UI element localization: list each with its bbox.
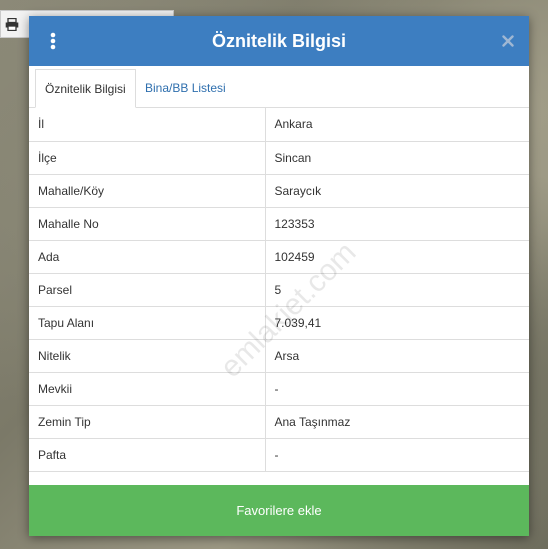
row-key: İlçe (29, 141, 266, 175)
row-key: Mevkii (29, 372, 266, 406)
row-key: İl (29, 108, 266, 142)
table-row: Mevkii - (29, 372, 529, 406)
vertical-ellipsis-icon (50, 32, 56, 50)
tab-building-list[interactable]: Bina/BB Listesi (136, 69, 235, 108)
table-row: Parsel 5 (29, 273, 529, 307)
row-key: Nitelik (29, 339, 266, 373)
row-key: Ada (29, 240, 266, 274)
attribute-table: İl Ankara İlçe Sincan Mahalle/Köy Saraycık … (29, 108, 529, 472)
row-value: Ankara (265, 108, 529, 142)
menu-button[interactable] (47, 30, 59, 52)
tab-attribute-info[interactable]: Öznitelik Bilgisi (35, 69, 136, 108)
row-value: 102459 (265, 240, 529, 274)
row-value: Arsa (265, 339, 529, 373)
table-row: Mahalle/Köy Saraycık (29, 174, 529, 208)
row-key: Zemin Tip (29, 405, 266, 439)
row-value: Ana Taşınmaz (265, 405, 529, 439)
table-row: Ada 102459 (29, 240, 529, 274)
table-row: Pafta - (29, 438, 529, 472)
close-icon (502, 35, 514, 47)
table-row: İlçe Sincan (29, 141, 529, 175)
row-key: Mahalle/Köy (29, 174, 266, 208)
table-row: İl Ankara (29, 108, 529, 142)
dialog-header: Öznitelik Bilgisi (29, 16, 529, 66)
table-row: Nitelik Arsa (29, 339, 529, 373)
table-row: Tapu Alanı 7.039,41 (29, 306, 529, 340)
row-key: Mahalle No (29, 207, 266, 241)
row-value: 7.039,41 (265, 306, 529, 340)
row-key: Parsel (29, 273, 266, 307)
row-value: - (265, 438, 529, 472)
table-row: Mahalle No 123353 (29, 207, 529, 241)
dialog-tabs: Öznitelik Bilgisi Bina/BB Listesi (29, 66, 529, 108)
row-value: Saraycık (265, 174, 529, 208)
close-button[interactable] (499, 32, 517, 50)
printer-icon (5, 17, 19, 31)
table-row: Zemin Tip Ana Taşınmaz (29, 405, 529, 439)
add-to-favorites-button[interactable]: Favorilere ekle (29, 485, 529, 536)
row-value: 123353 (265, 207, 529, 241)
attribute-info-dialog: Öznitelik Bilgisi Öznitelik Bilgisi Bina… (29, 16, 529, 536)
row-value: - (265, 372, 529, 406)
row-value: 5 (265, 273, 529, 307)
print-button[interactable] (1, 13, 23, 35)
row-key: Pafta (29, 438, 266, 472)
row-key: Tapu Alanı (29, 306, 266, 340)
dialog-title: Öznitelik Bilgisi (211, 31, 347, 51)
row-value: Sincan (265, 141, 529, 175)
